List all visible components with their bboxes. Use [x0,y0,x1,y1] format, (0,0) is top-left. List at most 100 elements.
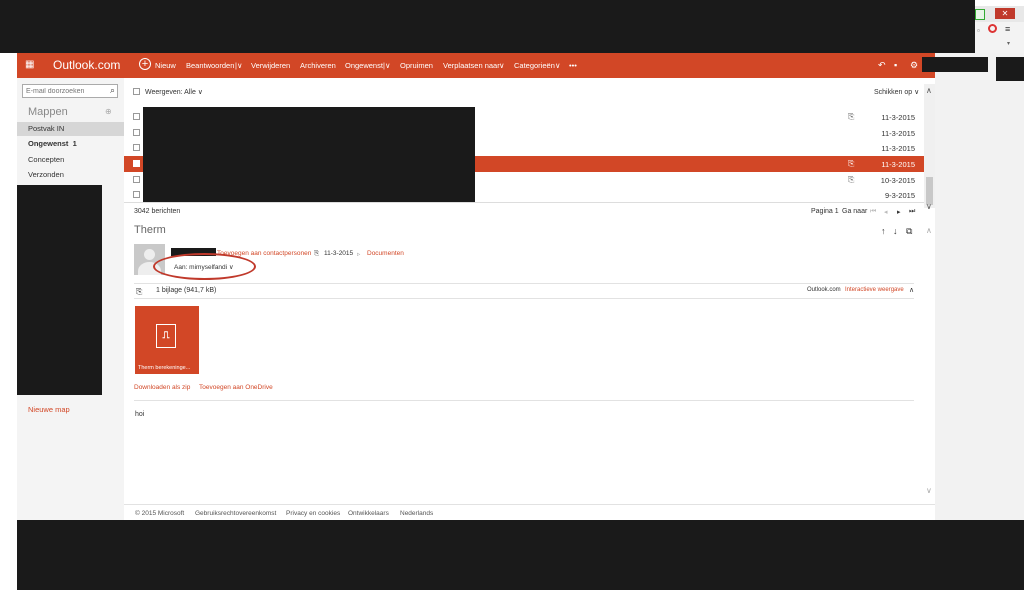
row-checkbox[interactable] [133,144,140,151]
junk-button[interactable]: Ongewenst [345,61,383,70]
top-redaction [0,0,975,53]
attachment-bar: ⎘ 1 bijlage (941,7 kB) Outlook.com Inter… [134,283,914,299]
paperclip-icon: ⎘ [848,175,855,184]
last-page-icon[interactable]: ⏭ [909,208,915,216]
browser-background [935,53,1024,520]
row-date: 10-3-2015 [880,176,915,185]
paperclip-icon: ⎘ [848,112,855,121]
chat-icon[interactable]: ▪ [894,60,897,70]
gear-icon[interactable]: ⚙ [910,60,918,71]
collapse-icon[interactable]: ∧ [909,286,914,294]
sort-dropdown[interactable]: Schikken op ∨ [874,88,919,96]
divider [134,400,914,401]
unread-count: 1 [72,139,77,148]
new-folder-link[interactable]: Nieuwe map [28,405,70,414]
row-date: 11-3-2015 [881,129,915,138]
language-link[interactable]: Nederlands [400,510,433,517]
message-count: 3042 berichten [134,208,181,215]
add-onedrive-link[interactable]: Toevoegen aan OneDrive [199,384,273,391]
attachment-name: Therm berekeninge... [138,365,191,371]
terms-link[interactable]: Gebruiksrechtovereenkomst [195,510,276,517]
documents-link[interactable]: Documenten [367,250,404,257]
attachment-summary: 1 bijlage (941,7 kB) [156,287,217,294]
filter-dropdown[interactable]: Weergeven: Alle ∨ [145,88,203,96]
row-checkbox[interactable] [133,129,140,136]
scroll-up-icon[interactable]: ∧ [926,86,932,95]
reply-dropdown-icon[interactable]: |∨ [235,61,242,70]
reading-scroll-up-icon[interactable]: ∧ [926,226,932,235]
row-checkbox[interactable] [133,113,140,120]
sweep-button[interactable]: Opruimen [400,61,433,70]
move-dropdown-icon[interactable]: ∨ [499,61,505,70]
row-date: 11-3-2015 [881,113,915,122]
copyright: © 2015 Microsoft [135,510,185,517]
attachment-card[interactable]: ⎍ Therm berekeninge... [135,306,199,374]
prev-page-icon[interactable]: ◂ [884,208,888,216]
profile-redaction [996,57,1024,81]
privacy-link[interactable]: Privacy en cookies [286,510,340,517]
row-date: 11-3-2015 [881,144,915,153]
row-checkbox[interactable] [133,176,140,183]
download-zip-link[interactable]: Downloaden als zip [134,384,190,391]
junk-dropdown-icon[interactable]: |∨ [383,61,390,70]
popout-icon[interactable]: ⧉ [906,226,912,237]
minimize-button[interactable] [975,9,985,20]
list-footer: 3042 berichten Pagina 1 Ga naar ⏮ ◂ ▸ ⏭ [124,202,924,219]
row-date: 11-3-2015 [881,160,915,169]
search-box: ⌕ [22,84,118,98]
sidebar-item-sent[interactable]: Verzonden [17,168,124,182]
main-pane: Weergeven: Alle ∨ Schikken op ∨ ⎘ 11-3-2… [124,78,935,520]
message-date: 11-3-2015 [324,250,354,257]
documents-icon: ▹ [357,251,361,258]
chevron-down-icon[interactable]: ▾ [1007,40,1010,47]
categories-button[interactable]: Categorieën [514,61,555,70]
search-input[interactable] [23,85,107,98]
account-redaction [922,57,988,72]
opera-icon[interactable] [988,24,997,33]
undo-icon[interactable]: ↶ [878,60,886,71]
row-checkbox[interactable] [133,191,140,198]
plus-icon[interactable]: + [139,58,151,70]
more-button[interactable]: ••• [569,61,577,70]
first-page-icon[interactable]: ⏮ [870,208,876,216]
archive-button[interactable]: Archiveren [300,61,336,70]
next-page-icon[interactable]: ▸ [897,208,901,216]
paperclip-icon: ⎘ [136,287,143,296]
page-icon[interactable]: ▫ [977,26,980,35]
search-icon[interactable]: ⌕ [110,85,115,96]
move-button[interactable]: Verplaatsen naar [443,61,500,70]
interactive-view-prefix: Outlook.com [807,287,841,293]
message-subject: Therm [134,224,166,236]
message-body: hoi [135,411,145,418]
sidebar: ⌕ Mappen ⊕ Postvak IN Ongewenst 1 Concep… [17,78,124,520]
reading-scroll-down-icon[interactable]: ∨ [926,486,932,495]
delete-button[interactable]: Verwijderen [251,61,290,70]
row-checkbox[interactable] [133,160,140,167]
goto-page-button[interactable]: Ga naar [842,208,867,215]
brand-logo[interactable]: Outlook.com [53,58,120,72]
add-folder-icon[interactable]: ⊕ [105,107,112,116]
select-all-checkbox[interactable] [133,88,140,95]
page-indicator: Pagina 1 [811,208,839,215]
arrow-up-icon[interactable]: ↑ [881,226,886,236]
list-scrollbar[interactable] [924,84,935,208]
sidebar-item-drafts[interactable]: Concepten [17,153,124,167]
developers-link[interactable]: Ontwikkelaars [348,510,389,517]
categories-dropdown-icon[interactable]: ∨ [555,61,561,70]
browser-toolbar: ▫ ≡ ▾ [975,22,1024,53]
scroll-down-icon[interactable]: ∨ [926,202,932,211]
new-button[interactable]: Nieuw [155,61,176,70]
app-launcher-icon[interactable]: ▦ [25,60,35,70]
close-window-button[interactable]: ✕ [995,8,1015,19]
interactive-view-link[interactable]: Interactieve weergave [845,287,904,293]
footer: © 2015 Microsoft Gebruiksrechtovereenkom… [124,504,935,521]
menu-icon[interactable]: ≡ [1005,24,1010,34]
sidebar-item-inbox[interactable]: Postvak IN [17,122,124,136]
sidebar-item-junk[interactable]: Ongewenst 1 [17,137,124,151]
list-header: Weergeven: Alle ∨ Schikken op ∨ [124,84,924,98]
attachment-icon: ⎘ [314,250,320,257]
arrow-down-icon[interactable]: ↓ [893,226,898,236]
sidebar-redaction [17,185,102,395]
scrollbar-thumb[interactable] [926,177,933,205]
reply-button[interactable]: Beantwoorden [186,61,234,70]
